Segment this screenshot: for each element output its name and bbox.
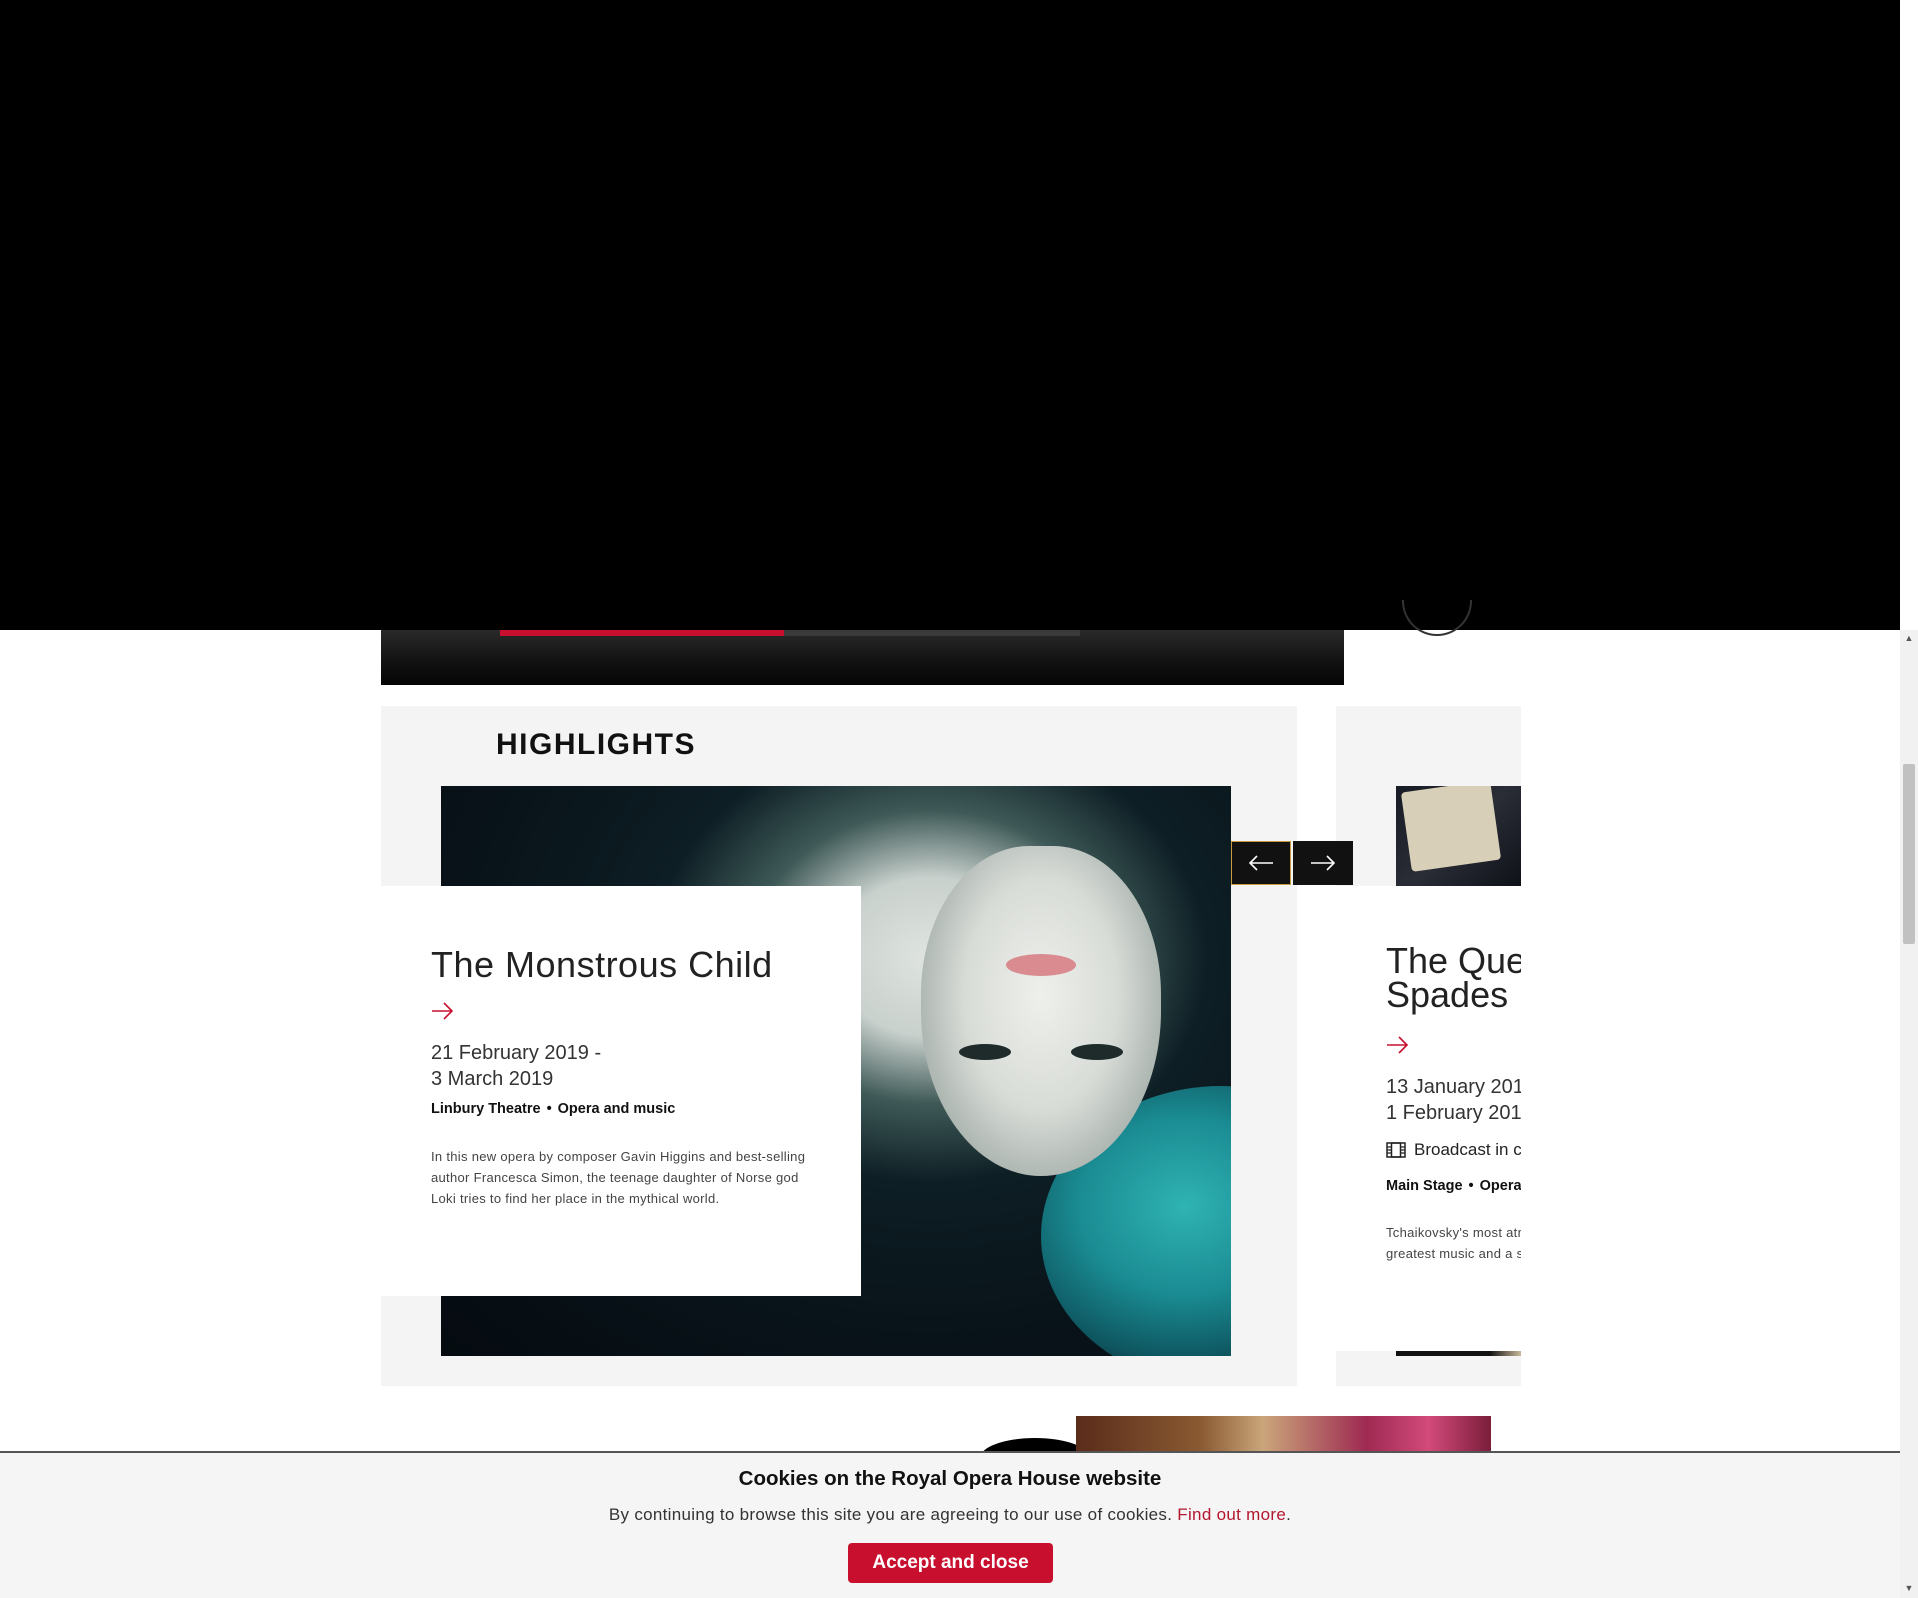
cookie-message-text: By continuing to browse this site you ar… — [608, 1505, 1173, 1524]
card-date-end: 1 February 2019 — [1386, 1102, 1521, 1124]
play-button-edge[interactable] — [1402, 600, 1472, 636]
carousel-next-button[interactable] — [1293, 841, 1353, 885]
card-dates: 21 February 2019 - 3 March 2019 — [431, 1040, 601, 1092]
arrow-right-icon — [1311, 855, 1336, 871]
bullet-separator: • — [1468, 1178, 1474, 1194]
card-meta: Main Stage • Opera and music — [1386, 1178, 1521, 1194]
cookie-message: By continuing to browse this site you ar… — [0, 1505, 1900, 1525]
scroll-down-arrow-icon[interactable]: ▼ — [1900, 1580, 1918, 1596]
card-date-start: 13 January 2019 - — [1386, 1076, 1521, 1098]
cookie-message-period: . — [1286, 1505, 1292, 1524]
carousel-prev-button[interactable] — [1231, 841, 1291, 885]
card-category: Opera and music — [557, 1101, 676, 1117]
hero-image-eye — [959, 1044, 1011, 1060]
bullet-separator: • — [546, 1101, 552, 1117]
card-date-end: 3 March 2019 — [431, 1068, 554, 1090]
card-title[interactable]: The Monstrous Child — [431, 944, 773, 986]
thumb-image-paper — [1400, 786, 1502, 872]
video-player[interactable] — [0, 0, 1900, 630]
arrow-right-icon[interactable] — [431, 1000, 455, 1022]
card-venue: Main Stage — [1386, 1178, 1463, 1194]
scrollbar-thumb[interactable] — [1903, 764, 1915, 944]
card-title[interactable]: The Queen of Spades — [1386, 940, 1521, 1015]
arrow-right-icon[interactable] — [1386, 1034, 1410, 1056]
scroll-up-arrow-icon[interactable]: ▲ — [1900, 630, 1918, 646]
hero-image-face — [921, 846, 1161, 1176]
hero-image-lips — [1006, 954, 1076, 976]
arrow-left-icon — [1248, 855, 1273, 871]
film-icon — [1386, 1142, 1406, 1158]
card-title-line: The Queen of — [1386, 940, 1521, 981]
highlight-card-next: The Queen of Spades 13 January 2019 - 1 … — [1336, 886, 1521, 1351]
card-description: In this new opera by composer Gavin Higg… — [431, 1149, 806, 1206]
video-control-bar — [381, 630, 1344, 685]
card-category: Opera and music — [1479, 1178, 1521, 1194]
highlights-heading: HIGHLIGHTS — [496, 728, 696, 761]
accept-cookies-button[interactable]: Accept and close — [848, 1543, 1053, 1583]
card-venue: Linbury Theatre — [431, 1101, 541, 1117]
cookie-title: Cookies on the Royal Opera House website — [738, 1467, 1162, 1490]
card-broadcast: Broadcast in cinemas — [1386, 1140, 1521, 1160]
card-title-line: Spades — [1386, 974, 1509, 1015]
card-image-bottom-edge — [1396, 1351, 1521, 1356]
queen-of-spades-image[interactable] — [1396, 786, 1521, 886]
card-broadcast-label: Broadcast in cinemas — [1414, 1140, 1521, 1159]
card-date-start: 21 February 2019 - — [431, 1042, 602, 1064]
video-progress-fill — [500, 630, 785, 636]
find-out-more-link[interactable]: Find out more — [1177, 1505, 1286, 1524]
card-dates: 13 January 2019 - 1 February 2019 — [1386, 1074, 1521, 1126]
next-section-image[interactable] — [1076, 1416, 1491, 1452]
card-description: Tchaikovsky's most atmospheric opera, wi… — [1386, 1225, 1521, 1261]
hero-image-eye — [1071, 1044, 1123, 1060]
card-meta: Linbury Theatre • Opera and music — [431, 1101, 675, 1117]
